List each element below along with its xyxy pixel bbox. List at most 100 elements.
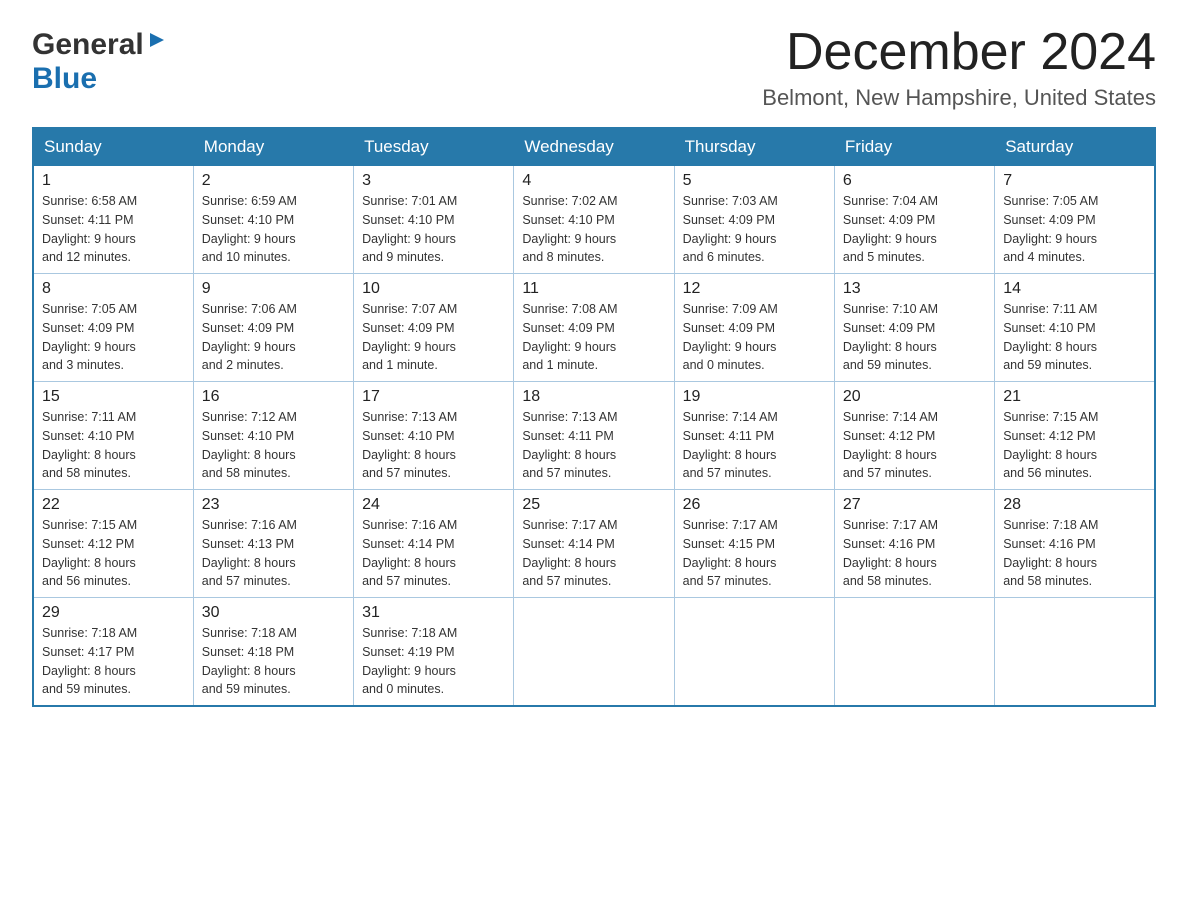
calendar-cell: 29 Sunrise: 7:18 AMSunset: 4:17 PMDaylig… — [33, 598, 193, 707]
day-info: Sunrise: 7:10 AMSunset: 4:09 PMDaylight:… — [843, 302, 938, 372]
day-number: 17 — [362, 388, 505, 406]
day-info: Sunrise: 7:12 AMSunset: 4:10 PMDaylight:… — [202, 410, 297, 480]
weekday-saturday: Saturday — [995, 128, 1155, 166]
calendar-cell: 9 Sunrise: 7:06 AMSunset: 4:09 PMDayligh… — [193, 274, 353, 382]
calendar-cell: 12 Sunrise: 7:09 AMSunset: 4:09 PMDaylig… — [674, 274, 834, 382]
calendar-cell: 15 Sunrise: 7:11 AMSunset: 4:10 PMDaylig… — [33, 382, 193, 490]
day-info: Sunrise: 7:15 AMSunset: 4:12 PMDaylight:… — [1003, 410, 1098, 480]
day-info: Sunrise: 7:13 AMSunset: 4:10 PMDaylight:… — [362, 410, 457, 480]
page-header: General Blue December 2024 Belmont, New … — [32, 24, 1156, 111]
calendar-cell: 24 Sunrise: 7:16 AMSunset: 4:14 PMDaylig… — [354, 490, 514, 598]
day-info: Sunrise: 7:17 AMSunset: 4:15 PMDaylight:… — [683, 518, 778, 588]
day-info: Sunrise: 7:17 AMSunset: 4:16 PMDaylight:… — [843, 518, 938, 588]
weekday-tuesday: Tuesday — [354, 128, 514, 166]
day-number: 11 — [522, 280, 665, 298]
day-info: Sunrise: 7:05 AMSunset: 4:09 PMDaylight:… — [42, 302, 137, 372]
day-number: 8 — [42, 280, 185, 298]
day-number: 3 — [362, 172, 505, 190]
calendar-cell: 27 Sunrise: 7:17 AMSunset: 4:16 PMDaylig… — [834, 490, 994, 598]
calendar-cell: 2 Sunrise: 6:59 AMSunset: 4:10 PMDayligh… — [193, 166, 353, 274]
day-info: Sunrise: 7:02 AMSunset: 4:10 PMDaylight:… — [522, 194, 617, 264]
day-info: Sunrise: 7:05 AMSunset: 4:09 PMDaylight:… — [1003, 194, 1098, 264]
calendar-cell: 30 Sunrise: 7:18 AMSunset: 4:18 PMDaylig… — [193, 598, 353, 707]
calendar-cell: 18 Sunrise: 7:13 AMSunset: 4:11 PMDaylig… — [514, 382, 674, 490]
day-info: Sunrise: 7:18 AMSunset: 4:19 PMDaylight:… — [362, 626, 457, 696]
day-info: Sunrise: 7:14 AMSunset: 4:11 PMDaylight:… — [683, 410, 778, 480]
day-info: Sunrise: 7:13 AMSunset: 4:11 PMDaylight:… — [522, 410, 617, 480]
calendar-week-row: 8 Sunrise: 7:05 AMSunset: 4:09 PMDayligh… — [33, 274, 1155, 382]
day-number: 22 — [42, 496, 185, 514]
calendar-cell — [674, 598, 834, 707]
calendar-cell: 11 Sunrise: 7:08 AMSunset: 4:09 PMDaylig… — [514, 274, 674, 382]
day-number: 1 — [42, 172, 185, 190]
calendar-cell: 3 Sunrise: 7:01 AMSunset: 4:10 PMDayligh… — [354, 166, 514, 274]
day-number: 9 — [202, 280, 345, 298]
calendar-table: SundayMondayTuesdayWednesdayThursdayFrid… — [32, 127, 1156, 707]
day-number: 25 — [522, 496, 665, 514]
day-info: Sunrise: 7:18 AMSunset: 4:18 PMDaylight:… — [202, 626, 297, 696]
day-number: 12 — [683, 280, 826, 298]
day-number: 6 — [843, 172, 986, 190]
calendar-cell: 14 Sunrise: 7:11 AMSunset: 4:10 PMDaylig… — [995, 274, 1155, 382]
day-number: 29 — [42, 604, 185, 622]
calendar-cell: 7 Sunrise: 7:05 AMSunset: 4:09 PMDayligh… — [995, 166, 1155, 274]
day-number: 26 — [683, 496, 826, 514]
day-number: 24 — [362, 496, 505, 514]
calendar-cell: 4 Sunrise: 7:02 AMSunset: 4:10 PMDayligh… — [514, 166, 674, 274]
calendar-cell: 17 Sunrise: 7:13 AMSunset: 4:10 PMDaylig… — [354, 382, 514, 490]
day-info: Sunrise: 7:18 AMSunset: 4:16 PMDaylight:… — [1003, 518, 1098, 588]
weekday-wednesday: Wednesday — [514, 128, 674, 166]
logo-blue-text: Blue — [32, 62, 97, 95]
calendar-cell: 5 Sunrise: 7:03 AMSunset: 4:09 PMDayligh… — [674, 166, 834, 274]
day-number: 10 — [362, 280, 505, 298]
day-info: Sunrise: 7:03 AMSunset: 4:09 PMDaylight:… — [683, 194, 778, 264]
logo-general-text: General — [32, 28, 144, 62]
calendar-week-row: 15 Sunrise: 7:11 AMSunset: 4:10 PMDaylig… — [33, 382, 1155, 490]
day-number: 13 — [843, 280, 986, 298]
calendar-cell: 13 Sunrise: 7:10 AMSunset: 4:09 PMDaylig… — [834, 274, 994, 382]
weekday-sunday: Sunday — [33, 128, 193, 166]
calendar-cell: 23 Sunrise: 7:16 AMSunset: 4:13 PMDaylig… — [193, 490, 353, 598]
logo-arrow-icon — [146, 29, 168, 56]
day-info: Sunrise: 7:08 AMSunset: 4:09 PMDaylight:… — [522, 302, 617, 372]
day-number: 15 — [42, 388, 185, 406]
day-number: 14 — [1003, 280, 1146, 298]
day-number: 30 — [202, 604, 345, 622]
weekday-monday: Monday — [193, 128, 353, 166]
calendar-cell — [514, 598, 674, 707]
day-info: Sunrise: 7:11 AMSunset: 4:10 PMDaylight:… — [42, 410, 136, 480]
calendar-cell: 25 Sunrise: 7:17 AMSunset: 4:14 PMDaylig… — [514, 490, 674, 598]
day-info: Sunrise: 6:58 AMSunset: 4:11 PMDaylight:… — [42, 194, 137, 264]
calendar-cell: 16 Sunrise: 7:12 AMSunset: 4:10 PMDaylig… — [193, 382, 353, 490]
calendar-cell: 10 Sunrise: 7:07 AMSunset: 4:09 PMDaylig… — [354, 274, 514, 382]
calendar-cell: 28 Sunrise: 7:18 AMSunset: 4:16 PMDaylig… — [995, 490, 1155, 598]
day-info: Sunrise: 7:06 AMSunset: 4:09 PMDaylight:… — [202, 302, 297, 372]
calendar-cell: 6 Sunrise: 7:04 AMSunset: 4:09 PMDayligh… — [834, 166, 994, 274]
weekday-header-row: SundayMondayTuesdayWednesdayThursdayFrid… — [33, 128, 1155, 166]
calendar-week-row: 29 Sunrise: 7:18 AMSunset: 4:17 PMDaylig… — [33, 598, 1155, 707]
day-number: 31 — [362, 604, 505, 622]
day-info: Sunrise: 6:59 AMSunset: 4:10 PMDaylight:… — [202, 194, 297, 264]
day-number: 5 — [683, 172, 826, 190]
calendar-cell: 31 Sunrise: 7:18 AMSunset: 4:19 PMDaylig… — [354, 598, 514, 707]
title-block: December 2024 Belmont, New Hampshire, Un… — [762, 24, 1156, 111]
calendar-cell: 21 Sunrise: 7:15 AMSunset: 4:12 PMDaylig… — [995, 382, 1155, 490]
calendar-cell: 26 Sunrise: 7:17 AMSunset: 4:15 PMDaylig… — [674, 490, 834, 598]
day-info: Sunrise: 7:16 AMSunset: 4:13 PMDaylight:… — [202, 518, 297, 588]
day-info: Sunrise: 7:16 AMSunset: 4:14 PMDaylight:… — [362, 518, 457, 588]
calendar-cell — [834, 598, 994, 707]
day-number: 19 — [683, 388, 826, 406]
calendar-cell: 8 Sunrise: 7:05 AMSunset: 4:09 PMDayligh… — [33, 274, 193, 382]
calendar-title: December 2024 — [762, 24, 1156, 81]
calendar-cell: 20 Sunrise: 7:14 AMSunset: 4:12 PMDaylig… — [834, 382, 994, 490]
weekday-friday: Friday — [834, 128, 994, 166]
calendar-subtitle: Belmont, New Hampshire, United States — [762, 85, 1156, 111]
day-info: Sunrise: 7:07 AMSunset: 4:09 PMDaylight:… — [362, 302, 457, 372]
day-number: 4 — [522, 172, 665, 190]
day-number: 21 — [1003, 388, 1146, 406]
day-info: Sunrise: 7:14 AMSunset: 4:12 PMDaylight:… — [843, 410, 938, 480]
day-number: 27 — [843, 496, 986, 514]
calendar-cell: 1 Sunrise: 6:58 AMSunset: 4:11 PMDayligh… — [33, 166, 193, 274]
calendar-cell: 22 Sunrise: 7:15 AMSunset: 4:12 PMDaylig… — [33, 490, 193, 598]
weekday-thursday: Thursday — [674, 128, 834, 166]
